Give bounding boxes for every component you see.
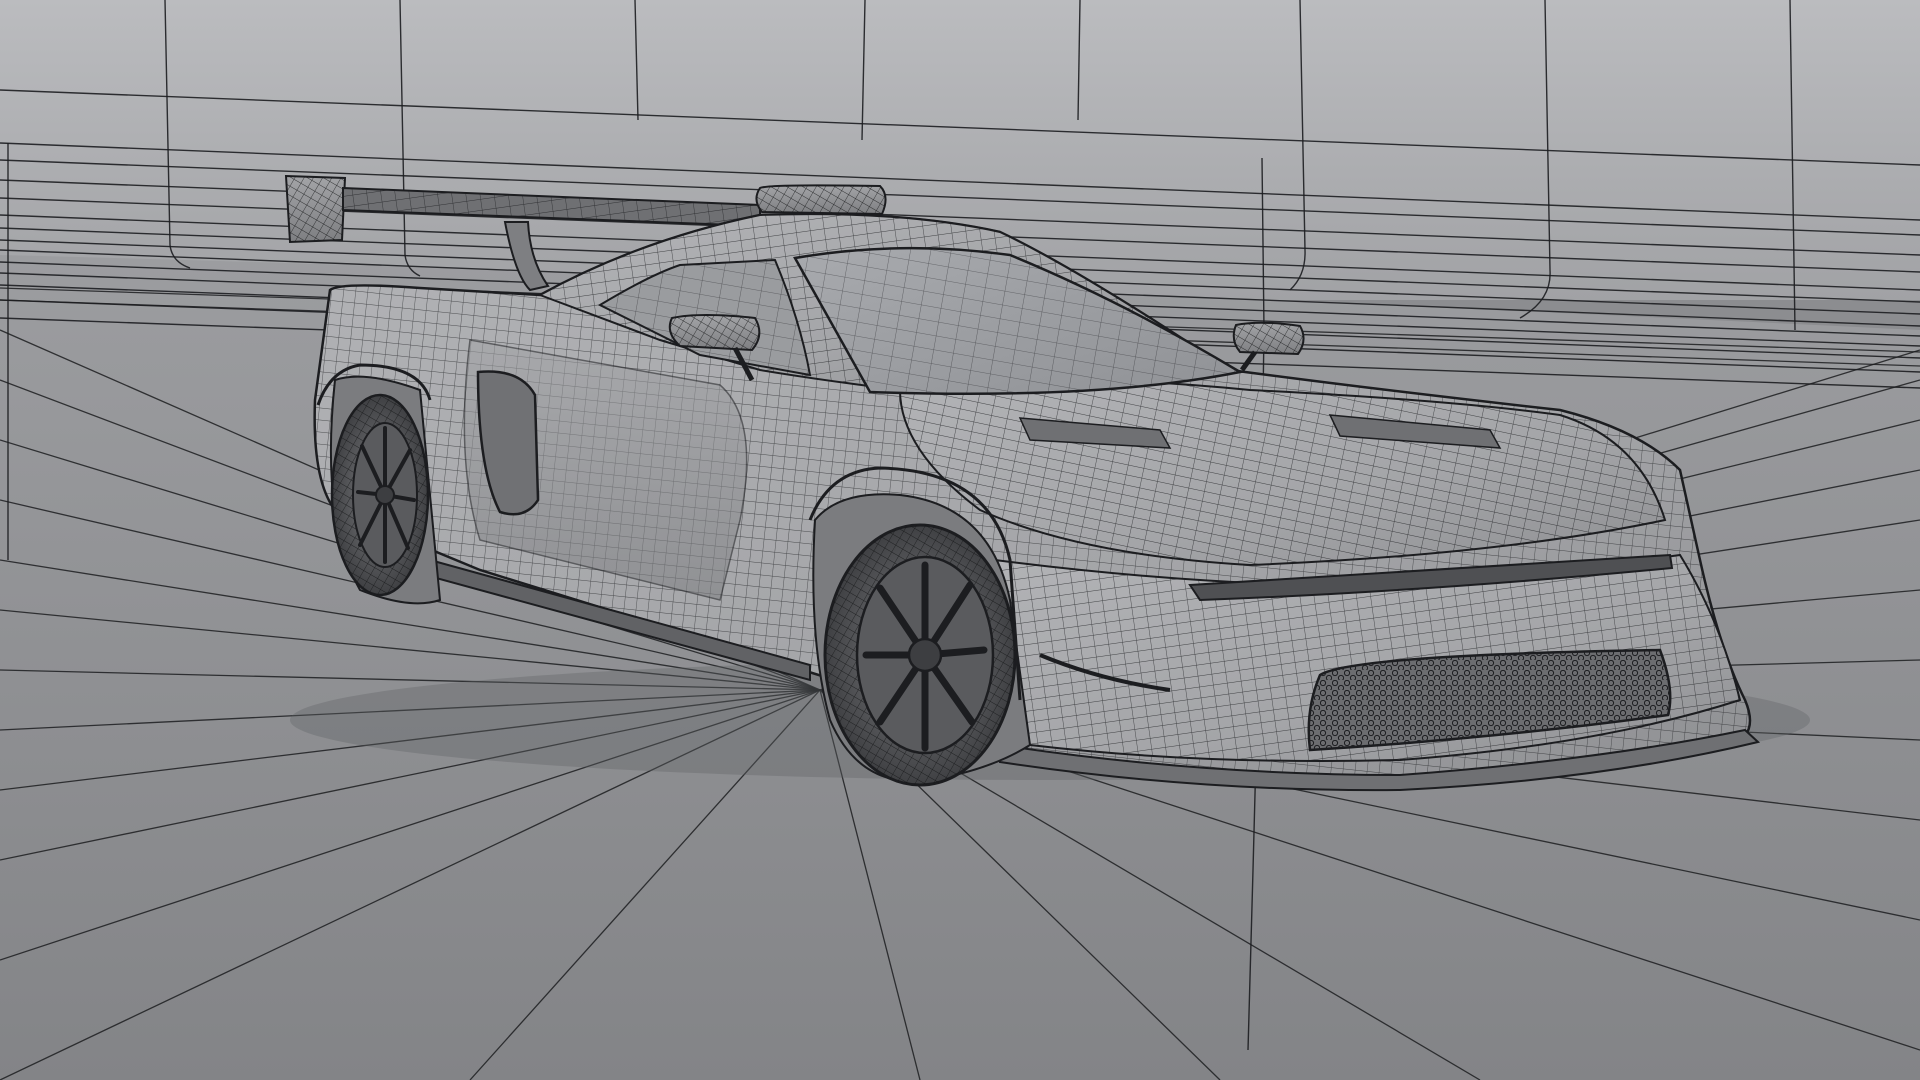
roof-scoop bbox=[755, 184, 887, 216]
3d-viewport[interactable] bbox=[0, 0, 1920, 1080]
wireframe-render bbox=[0, 0, 1920, 1080]
